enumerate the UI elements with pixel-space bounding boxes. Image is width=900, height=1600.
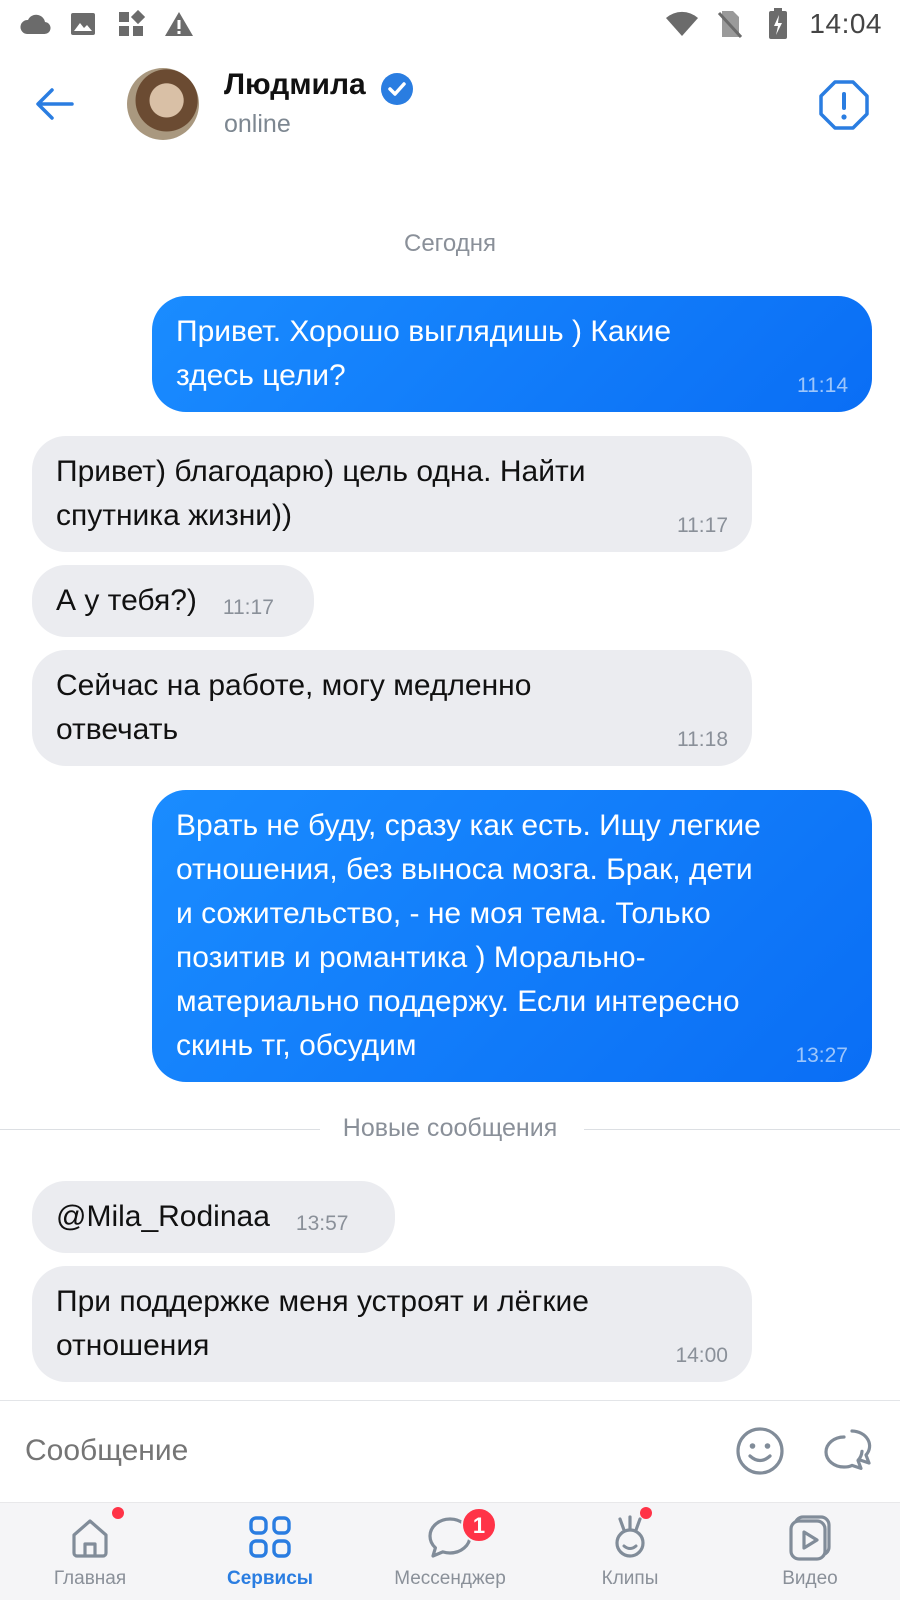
message-text[interactable]: @Mila_Rodinaa	[56, 1200, 270, 1233]
nav-item-services[interactable]: Сервисы	[180, 1503, 360, 1600]
new-messages-label: Новые сообщения	[324, 1114, 576, 1142]
nav-item-messenger[interactable]: 1 Мессенджер	[360, 1503, 540, 1600]
cloud-icon	[18, 7, 52, 41]
message-text: Врать не буду, сразу как есть. Ищу легки…	[176, 809, 761, 1062]
message-time: 14:00	[675, 1344, 728, 1367]
image-icon	[66, 7, 100, 41]
message-bubble[interactable]: Привет. Хорошо выглядишь ) Какие здесь ц…	[152, 296, 872, 412]
date-separator: Сегодня	[404, 230, 496, 257]
status-bar: 14:04	[0, 0, 900, 48]
message-bubble[interactable]: Врать не буду, сразу как есть. Ищу легки…	[152, 790, 872, 1082]
chat-header: Людмила online	[0, 52, 900, 152]
message-bubble[interactable]: @Mila_Rodinaa 13:57	[32, 1181, 395, 1253]
message-time: 11:18	[677, 728, 728, 751]
chat-screen: 14:04 Людмила online Сегодня Привет. Хор…	[0, 0, 900, 1600]
message-time: 11:17	[677, 514, 728, 537]
nav-label: Клипы	[601, 1568, 659, 1589]
video-icon	[789, 1515, 831, 1561]
verified-icon	[380, 72, 414, 106]
message-text: Привет) благодарю) цель одна. Найти спут…	[56, 455, 586, 532]
message-text: При поддержке меня устроят и лёгкие отно…	[56, 1285, 589, 1362]
contact-name[interactable]: Людмила	[224, 68, 366, 102]
message-text: Привет. Хорошо выглядишь ) Какие здесь ц…	[176, 315, 672, 392]
home-icon	[72, 1519, 108, 1558]
nav-item-home[interactable]: Главная	[0, 1503, 180, 1600]
nav-label: Мессенджер	[394, 1568, 506, 1589]
message-time: 11:14	[797, 374, 848, 397]
message-time: 11:17	[222, 596, 274, 619]
battery-icon	[761, 7, 795, 41]
emoji-icon[interactable]	[734, 1425, 786, 1477]
message-text: А у тебя?)	[56, 584, 197, 617]
nav-item-video[interactable]: Видео	[720, 1503, 900, 1600]
contact-status: online	[224, 110, 291, 138]
status-time: 14:04	[809, 8, 882, 39]
bottom-navigation: Главная Сервисы 1 Мессенджер Клипы Видео	[0, 1502, 900, 1600]
nav-label: Видео	[782, 1568, 838, 1589]
no-sim-icon	[713, 7, 747, 41]
wifi-icon	[665, 7, 699, 41]
message-bubble[interactable]: Сейчас на работе, могу медленно отвечать…	[32, 650, 752, 766]
message-bubble[interactable]: Привет) благодарю) цель одна. Найти спут…	[32, 436, 752, 552]
back-arrow-icon[interactable]	[30, 80, 78, 128]
unread-badge: 1	[461, 1507, 497, 1543]
nav-label: Главная	[53, 1568, 127, 1589]
message-bubble[interactable]: А у тебя?) 11:17	[32, 565, 314, 637]
warning-icon	[162, 7, 196, 41]
apps-icon	[114, 7, 148, 41]
new-messages-separator: Новые сообщения	[0, 1114, 900, 1146]
clips-icon	[615, 1515, 645, 1558]
message-bubble[interactable]: При поддержке меня устроят и лёгкие отно…	[32, 1266, 752, 1382]
message-text: Сейчас на работе, могу медленно отвечать	[56, 669, 532, 746]
avatar[interactable]	[127, 68, 199, 140]
message-time: 13:57	[295, 1212, 349, 1235]
voice-chat-icon[interactable]	[822, 1425, 876, 1477]
message-composer	[0, 1400, 900, 1500]
message-time: 13:27	[795, 1044, 848, 1067]
report-icon[interactable]	[818, 79, 870, 131]
message-input[interactable]	[25, 1425, 665, 1477]
notification-dot	[640, 1507, 652, 1519]
services-icon	[249, 1516, 291, 1558]
nav-item-clips[interactable]: Клипы	[540, 1503, 720, 1600]
notification-dot	[112, 1507, 124, 1519]
nav-label: Сервисы	[226, 1568, 314, 1589]
